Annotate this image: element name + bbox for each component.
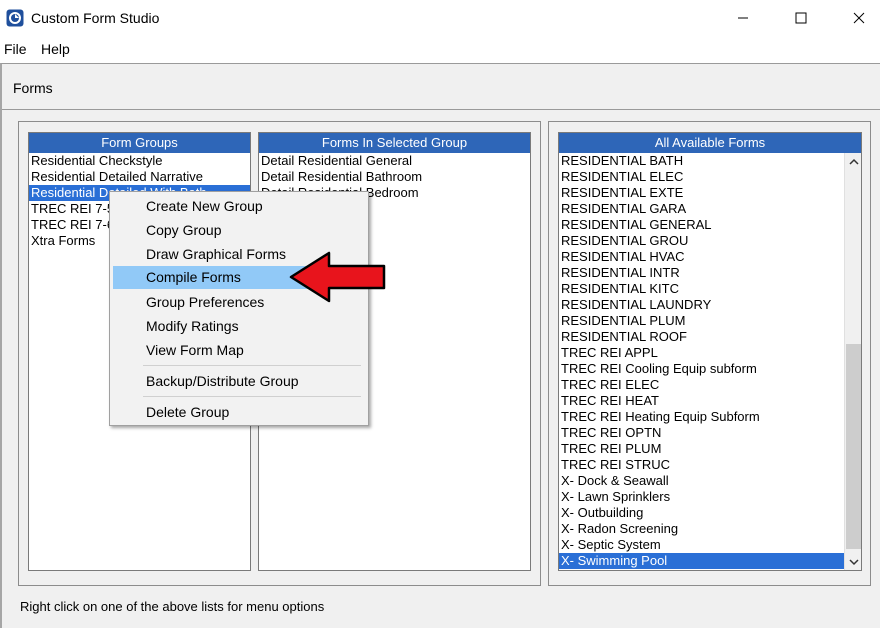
available-form-item[interactable]: TREC REI Heating Equip Subform <box>559 409 844 425</box>
form-item[interactable]: Detail Residential Bathroom <box>259 169 530 185</box>
chevron-up-icon <box>848 158 859 165</box>
app-icon <box>6 9 24 27</box>
title-bar: Custom Form Studio <box>0 0 880 36</box>
available-form-item[interactable]: RESIDENTIAL KITC <box>559 281 844 297</box>
all-forms-scrollbar[interactable] <box>844 153 861 570</box>
red-arrow-icon <box>289 251 386 303</box>
menu-separator <box>143 365 361 366</box>
available-form-item[interactable]: X- Lawn Sprinklers <box>559 489 844 505</box>
available-form-item[interactable]: TREC REI ELEC <box>559 377 844 393</box>
menu-separator <box>143 396 361 397</box>
divider <box>2 109 880 110</box>
panel-title: Forms <box>13 80 53 96</box>
menu-item-create-new-group[interactable]: Create New Group <box>113 195 365 218</box>
form-group-item[interactable]: Residential Detailed Narrative <box>29 169 250 185</box>
available-form-item[interactable]: RESIDENTIAL BATH <box>559 153 844 169</box>
available-form-item[interactable]: RESIDENTIAL HVAC <box>559 249 844 265</box>
chevron-down-icon <box>848 558 859 565</box>
maximize-button[interactable] <box>778 0 824 36</box>
forms-in-group-header: Forms In Selected Group <box>259 133 530 153</box>
available-form-item[interactable]: RESIDENTIAL INTR <box>559 265 844 281</box>
menu-bar: File Help <box>0 38 880 60</box>
menu-item-modify-ratings[interactable]: Modify Ratings <box>113 315 365 338</box>
available-form-item[interactable]: RESIDENTIAL GENERAL <box>559 217 844 233</box>
available-form-item[interactable]: RESIDENTIAL ELEC <box>559 169 844 185</box>
available-form-item[interactable]: RESIDENTIAL GROU <box>559 233 844 249</box>
menu-item-copy-group[interactable]: Copy Group <box>113 219 365 242</box>
available-form-item[interactable]: RESIDENTIAL PLUM <box>559 313 844 329</box>
all-forms-list[interactable]: All Available Forms RESIDENTIAL BATH RESI… <box>558 132 862 571</box>
available-form-item[interactable]: RESIDENTIAL ROOF <box>559 329 844 345</box>
available-form-item[interactable]: X- Radon Screening <box>559 521 844 537</box>
available-form-item[interactable]: TREC REI PLUM <box>559 441 844 457</box>
form-groups-header: Form Groups <box>29 133 250 153</box>
available-form-item[interactable]: X- Swimming Pool <box>559 553 844 569</box>
form-group-item[interactable]: Residential Checkstyle <box>29 153 250 169</box>
menu-item-delete-group[interactable]: Delete Group <box>113 401 365 424</box>
available-form-item[interactable]: RESIDENTIAL EXTE <box>559 185 844 201</box>
scroll-down-button[interactable] <box>845 553 861 570</box>
maximize-icon <box>795 12 807 24</box>
form-item[interactable]: Detail Residential General <box>259 153 530 169</box>
scroll-up-button[interactable] <box>845 153 861 170</box>
status-text: Right click on one of the above lists fo… <box>20 599 325 614</box>
menu-help[interactable]: Help <box>41 41 70 57</box>
minimize-button[interactable] <box>720 0 766 36</box>
available-form-item[interactable]: TREC REI OPTN <box>559 425 844 441</box>
menu-item-backup-distribute-group[interactable]: Backup/Distribute Group <box>113 370 365 393</box>
available-form-item[interactable]: TREC REI STRUC <box>559 457 844 473</box>
available-form-item[interactable]: TREC REI APPL <box>559 345 844 361</box>
minimize-icon <box>738 17 748 19</box>
close-icon <box>853 12 865 24</box>
menu-item-view-form-map[interactable]: View Form Map <box>113 339 365 362</box>
available-form-item[interactable]: X- Outbuilding <box>559 505 844 521</box>
close-button[interactable] <box>836 0 880 36</box>
available-form-item[interactable]: X- Dock & Seawall <box>559 473 844 489</box>
available-form-item[interactable]: RESIDENTIAL LAUNDRY <box>559 297 844 313</box>
context-menu: Create New Group Copy Group Draw Graphic… <box>109 191 369 426</box>
available-form-item[interactable]: TREC REI HEAT <box>559 393 844 409</box>
scroll-thumb[interactable] <box>846 344 861 549</box>
available-form-item[interactable]: X- Septic System <box>559 537 844 553</box>
window-title: Custom Form Studio <box>31 10 160 26</box>
all-forms-header: All Available Forms <box>559 133 861 153</box>
available-form-item[interactable]: RESIDENTIAL GARA <box>559 201 844 217</box>
available-form-item[interactable]: TREC REI Cooling Equip subform <box>559 361 844 377</box>
menu-file[interactable]: File <box>4 41 27 57</box>
